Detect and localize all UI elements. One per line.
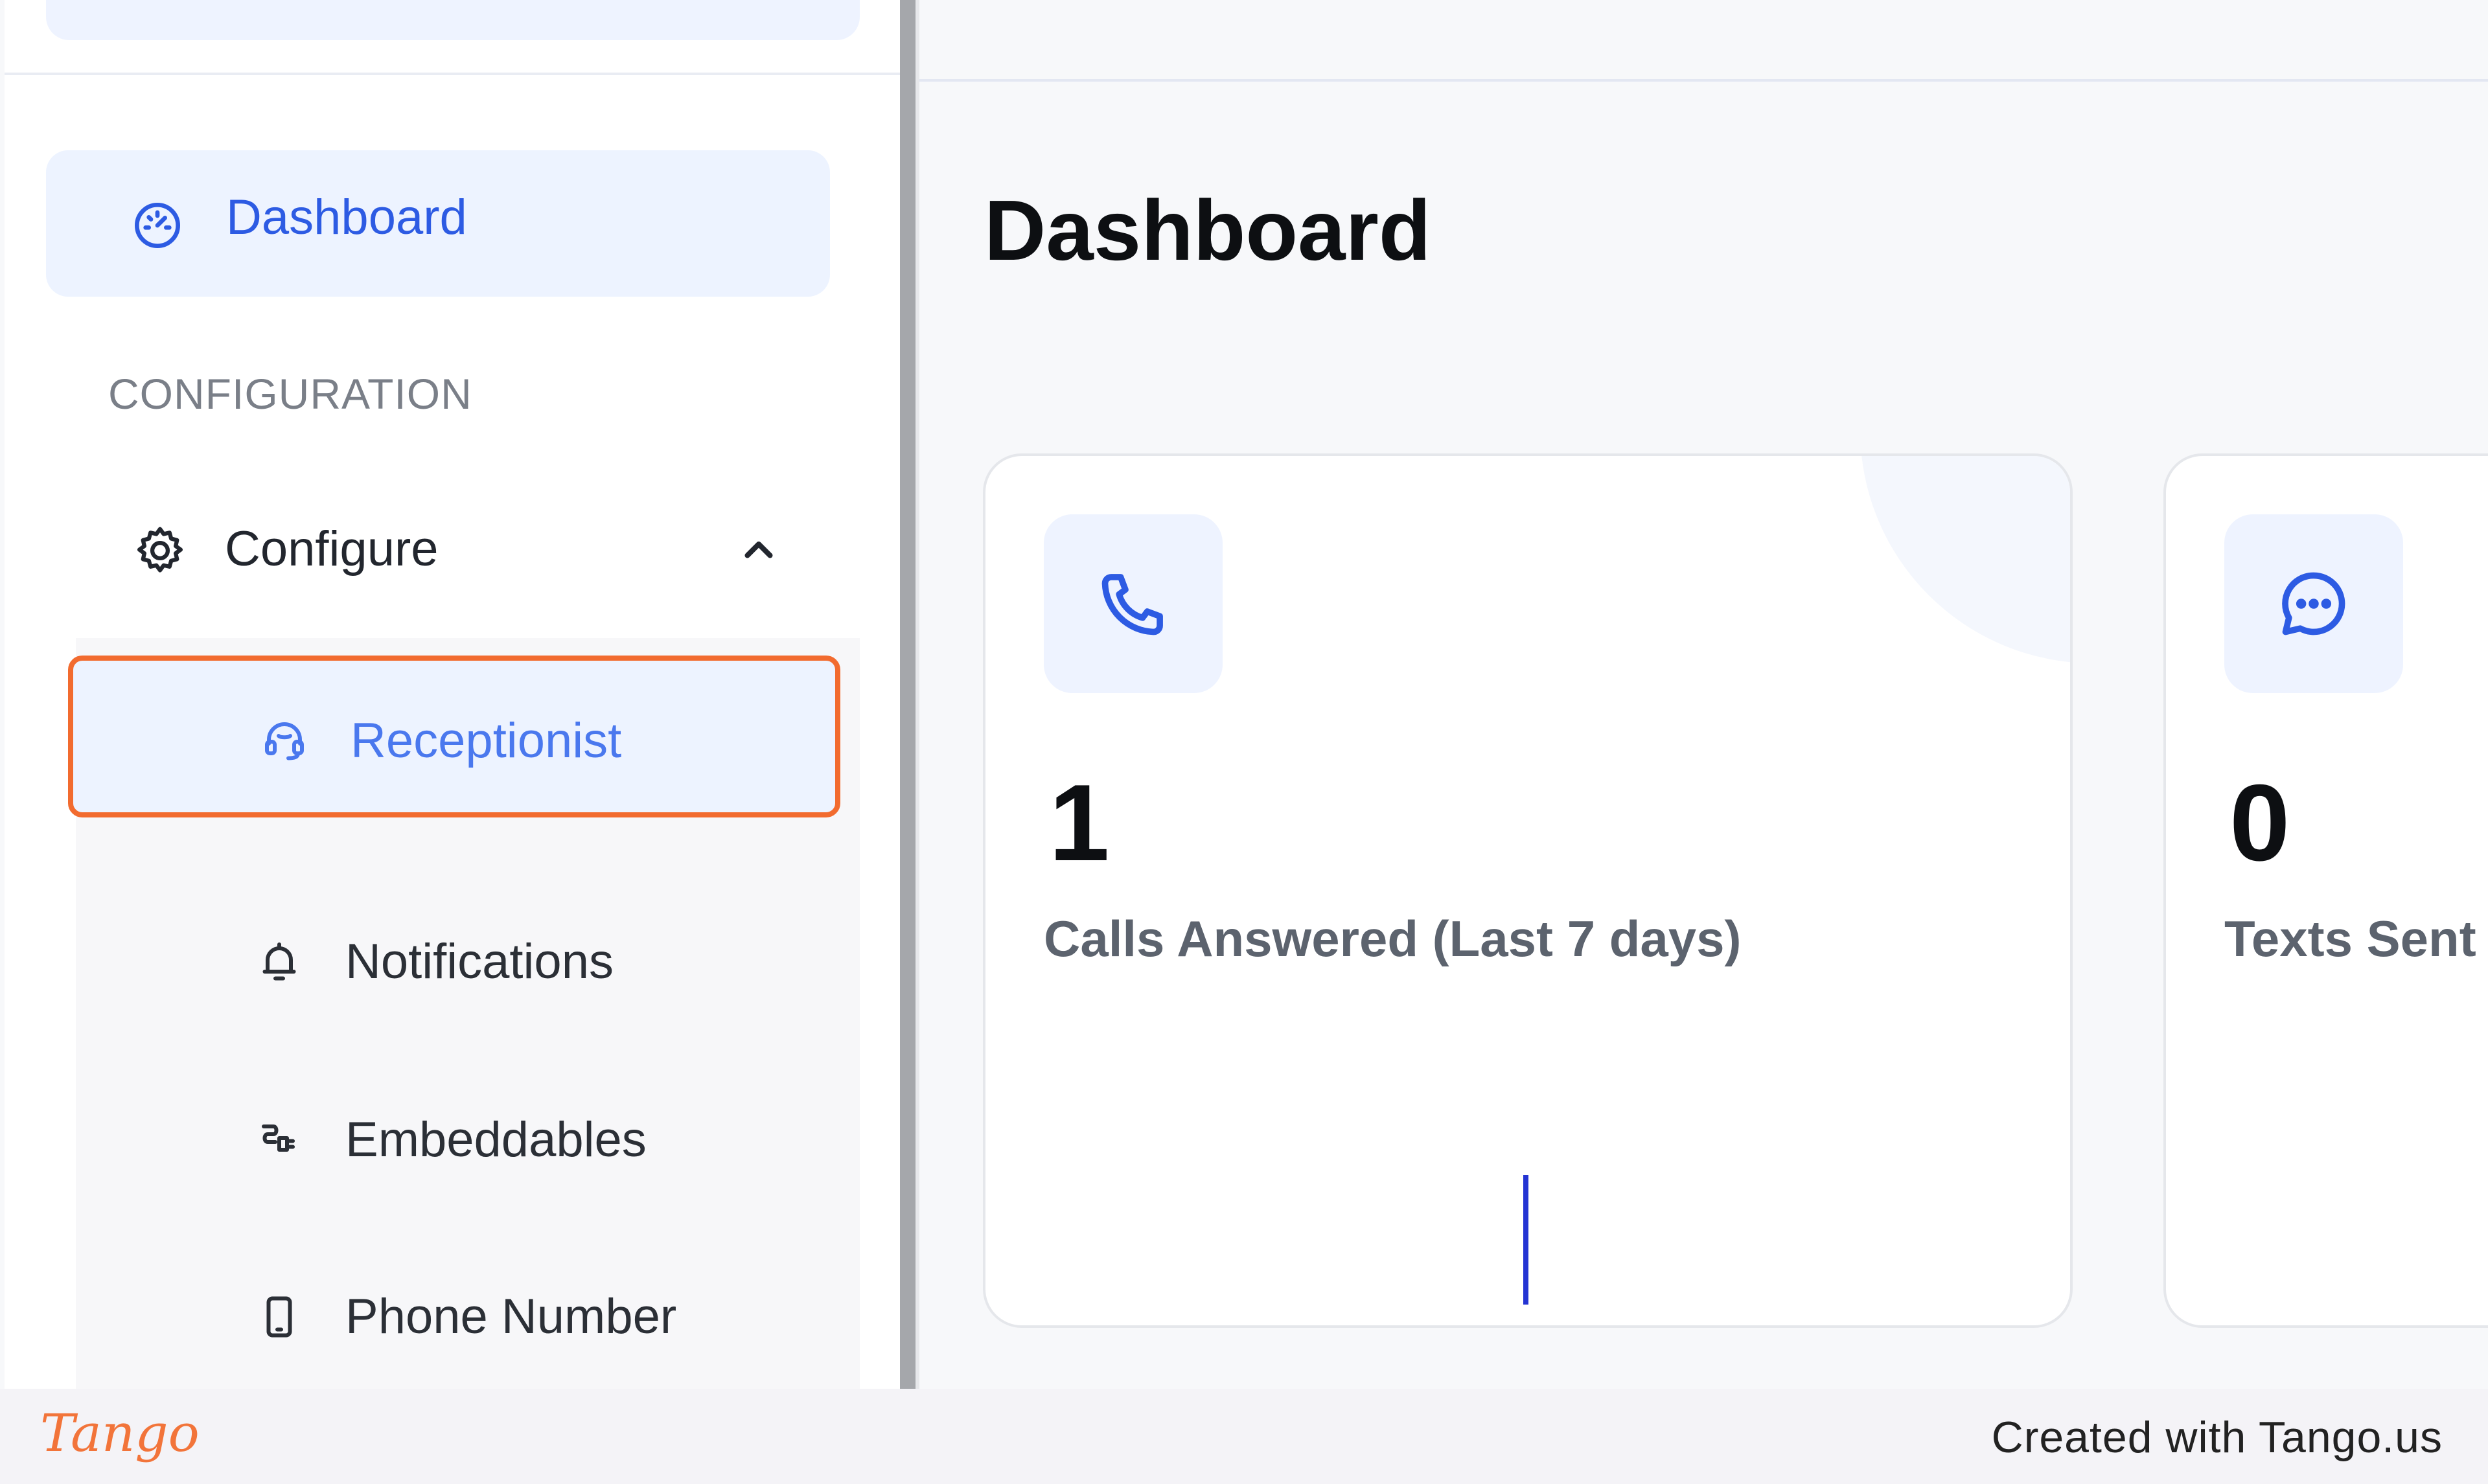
header-divider [919,79,2488,82]
phone-icon [1101,574,1163,635]
sidebar-item-embeddables[interactable]: Embeddables [76,1062,860,1218]
sidebar: Dashboard CONFIGURATION Configure Notifi… [5,0,900,1389]
stat-value: 0 [2229,762,2290,884]
gear-icon [137,527,183,573]
stat-caption: Calls Answered (Last 7 days) [1044,910,1742,967]
headset-icon [265,722,304,760]
tango-logo: Tango [40,1403,200,1463]
stat-card-calls-answered: 1 Calls Answered (Last 7 days) [983,453,2073,1328]
sidebar-item-receptionist[interactable]: Receptionist [68,656,840,817]
credit-text: Created with Tango.us [1991,1413,2443,1462]
speedometer-icon [135,203,180,248]
bell-icon [262,942,296,981]
sidebar-item-label: Receptionist [351,713,622,768]
sidebar-item-label: Dashboard [226,190,467,245]
stat-caption: Texts Sent ( [2224,910,2488,967]
stat-value: 1 [1049,762,1110,884]
card-decoration [1860,456,2070,663]
sidebar-item-configure[interactable]: Configure [46,505,830,596]
tango-footer: Tango Created with Tango.us [0,1389,2488,1484]
page-title: Dashboard [984,183,1431,278]
sidebar-item-notifications[interactable]: Notifications [76,884,860,1040]
sidebar-item-label: Configure [225,521,439,576]
mobile-phone-icon [266,1296,292,1338]
section-heading-configuration: CONFIGURATION [108,370,472,418]
main-content: Dashboard 1 Calls Answered (Last 7 days) [919,0,2488,1389]
sidebar-item-label: Embeddables [345,1112,647,1167]
sidebar-item-dashboard[interactable]: Dashboard [46,150,830,297]
app-frame: Dashboard CONFIGURATION Configure Notifi… [0,0,2488,1389]
stat-icon-tile [2224,514,2403,693]
sidebar-divider [5,73,900,75]
sidebar-item-label: Notifications [345,934,614,989]
sidebar-top-element[interactable] [46,0,860,40]
stat-icon-tile [1044,514,1223,693]
stat-card-texts-sent: 0 Texts Sent ( [2163,453,2488,1328]
chat-bubble-icon [2282,572,2345,635]
chevron-up-icon[interactable] [739,531,778,570]
sidebar-item-phone-number[interactable]: Phone Number [76,1239,860,1389]
sidebar-item-label: Phone Number [345,1289,677,1344]
plug-icon [262,1124,295,1152]
sparkline-bar [1523,1175,1528,1305]
